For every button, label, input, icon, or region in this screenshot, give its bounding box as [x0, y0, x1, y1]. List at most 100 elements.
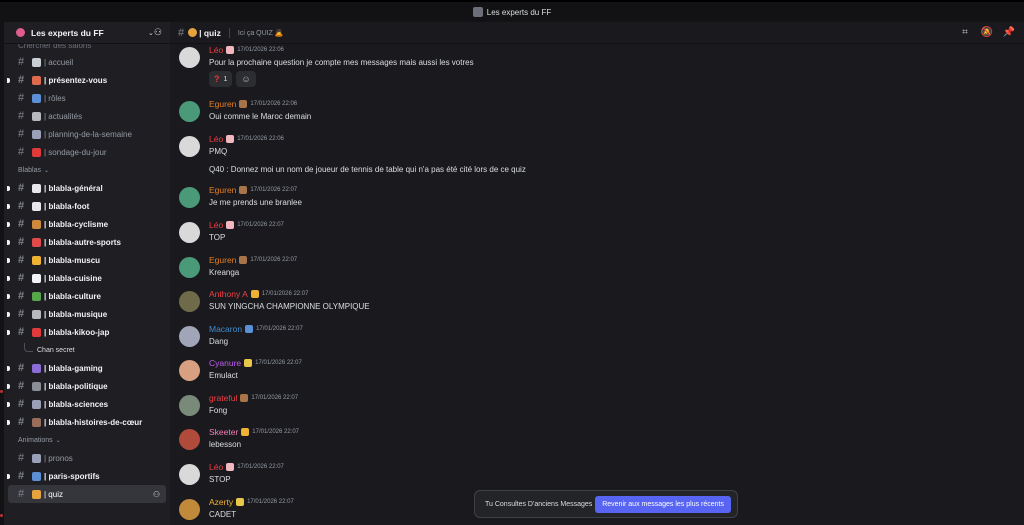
message-text: TOP [209, 233, 226, 242]
channel-label: | blabla-politique [44, 381, 108, 391]
hash-icon: # [18, 56, 25, 68]
channel-blabla-autre-sports[interactable]: # | blabla-autre-sports [4, 233, 170, 251]
avatar[interactable] [179, 187, 200, 208]
author-name[interactable]: Macaron [209, 324, 242, 334]
message-text: STOP [209, 475, 231, 484]
avatar[interactable] [179, 464, 200, 485]
avatar[interactable] [179, 499, 200, 520]
channel-paris-sportifs[interactable]: # | paris-sportifs [4, 467, 170, 485]
author-name[interactable]: Skeeter [209, 427, 238, 437]
thread-label: Chan secret [37, 346, 75, 354]
pin-icon[interactable]: 📌 [1002, 26, 1016, 40]
author-name[interactable]: grateful [209, 393, 237, 403]
role-badge-icon [226, 135, 235, 143]
author-name[interactable]: Léo [209, 45, 223, 55]
hash-icon: # [18, 308, 25, 320]
hash-icon: # [18, 74, 25, 86]
channel-blabla-général[interactable]: # | blabla-général [4, 179, 170, 197]
avatar[interactable] [179, 326, 200, 347]
thread-chan-secret[interactable]: Chan secret [4, 341, 170, 359]
add-member-icon[interactable]: ⚇ [154, 27, 162, 38]
channel-label: | paris-sportifs [44, 471, 100, 481]
message-header: Macaron 17/01/2026 22:07 [209, 324, 303, 334]
author-name[interactable]: Léo [209, 220, 223, 230]
channel-label: | blabla-kikoo-jap [44, 327, 110, 337]
category-animations[interactable]: Animations ⌄ [4, 431, 170, 449]
message-text: lebesson [209, 440, 242, 449]
channel-label: | rôles [44, 93, 66, 103]
channel-actualités[interactable]: # | actualités [4, 107, 170, 125]
avatar[interactable] [179, 360, 200, 381]
channel-accueil[interactable]: # | accueil [4, 53, 170, 71]
avatar[interactable] [179, 257, 200, 278]
channel-emoji-icon [32, 381, 41, 391]
channel-blabla-foot[interactable]: # | blabla-foot [4, 197, 170, 215]
channel-blabla-gaming[interactable]: # | blabla-gaming [4, 359, 170, 377]
reaction-question[interactable]: ? 1 [209, 71, 233, 87]
avatar[interactable] [179, 395, 200, 416]
avatar[interactable] [179, 47, 200, 68]
channel-emoji-icon [32, 93, 41, 103]
avatar[interactable] [179, 136, 200, 157]
hash-icon: # [18, 146, 25, 158]
threads-icon[interactable]: ⌗ [958, 26, 972, 40]
jump-to-present-button[interactable]: Revenir aux messages les plus récents [595, 495, 731, 513]
channel-label: | sondage-du-jour [44, 147, 107, 157]
channel-label: | planning-de-la-semaine [44, 129, 132, 139]
message-text: Oui comme le Maroc demain [209, 112, 312, 121]
author-name[interactable]: Eguren [209, 185, 236, 195]
timestamp: 17/01/2026 22:07 [261, 291, 309, 297]
channel-blabla-cuisine[interactable]: # | blabla-cuisine [4, 269, 170, 287]
channel-blabla-sciences[interactable]: # | blabla-sciences [4, 395, 170, 413]
author-name[interactable]: Anthony A [209, 289, 248, 299]
channel-planning-de-la-semaine[interactable]: # | planning-de-la-semaine [4, 125, 170, 143]
message-header: Léo 17/01/2026 22:06 [209, 134, 284, 144]
channel-blabla-musique[interactable]: # | blabla-musique [4, 305, 170, 323]
message: Léo 17/01/2026 22:06 Pour la prochaine que… [179, 45, 1009, 89]
channel-blabla-culture[interactable]: # | blabla-culture [4, 287, 170, 305]
avatar[interactable] [179, 291, 200, 312]
channel-search-stub[interactable]: Chercher des salons [4, 44, 170, 53]
message-header: Léo 17/01/2026 22:07 [209, 220, 284, 230]
role-badge-icon [236, 498, 245, 506]
channel-quiz[interactable]: # | quiz ⚇ [8, 485, 166, 503]
channel-pronos[interactable]: # | pronos [4, 449, 170, 467]
author-name[interactable]: Eguren [209, 99, 236, 109]
channel-label: | blabla-muscu [44, 255, 101, 265]
timestamp: 17/01/2026 22:07 [247, 499, 294, 505]
invite-icon[interactable]: ⚇ [153, 490, 160, 499]
author-name[interactable]: Eguren [209, 255, 236, 265]
channel-emoji-icon [32, 291, 41, 301]
avatar[interactable] [179, 222, 200, 243]
channel-list-top: # | accueil # | présentez-vous # | rôles # | ac… [4, 53, 170, 161]
channel-label: | blabla-histoires-de-cœur [44, 417, 143, 427]
author-name[interactable]: Léo [209, 134, 223, 144]
avatar[interactable] [179, 429, 200, 450]
channel-blabla-muscu[interactable]: # | blabla-muscu [4, 251, 170, 269]
avatar[interactable] [179, 101, 200, 122]
message-header: Eguren 17/01/2026 22:07 [209, 185, 297, 195]
window-title-bar: Les experts du FF [0, 0, 1024, 22]
jump-bar-text: Tu Consultes D'anciens Messages [485, 500, 593, 508]
channel-blabla-cyclisme[interactable]: # | blabla-cyclisme [4, 215, 170, 233]
mute-icon[interactable]: 🔕 [980, 26, 994, 40]
timestamp: 17/01/2026 22:06 [237, 136, 284, 142]
author-name[interactable]: Cyanure [209, 358, 241, 368]
channel-label: | blabla-général [44, 183, 103, 193]
channel-rôles[interactable]: # | rôles [4, 89, 170, 107]
author-name[interactable]: Azerty [209, 497, 233, 507]
channel-sondage-du-jour[interactable]: # | sondage-du-jour [4, 143, 170, 161]
add-reaction-button[interactable]: ☺ [236, 71, 256, 87]
timestamp: 17/01/2026 22:06 [237, 47, 284, 53]
category-blablas[interactable]: Blablas ⌄ [4, 161, 170, 179]
channel-header: # | quiz Ici ça QUIZ 🙇 ⌗ 🔕 📌 [170, 22, 1024, 44]
channel-blabla-politique[interactable]: # | blabla-politique [4, 377, 170, 395]
channel-label: | présentez-vous [44, 75, 108, 85]
channel-blabla-histoires-de-cœur[interactable]: # | blabla-histoires-de-cœur [4, 413, 170, 431]
channel-blabla-kikoo-jap[interactable]: # | blabla-kikoo-jap [4, 323, 170, 341]
message: Macaron 17/01/2026 22:07 Dang [179, 324, 1009, 356]
channel-présentez-vous[interactable]: # | présentez-vous [4, 71, 170, 89]
message-header: Léo 17/01/2026 22:07 [209, 462, 284, 472]
server-header[interactable]: Les experts du FF ⌄ ⚇ [4, 22, 170, 44]
author-name[interactable]: Léo [209, 462, 223, 472]
